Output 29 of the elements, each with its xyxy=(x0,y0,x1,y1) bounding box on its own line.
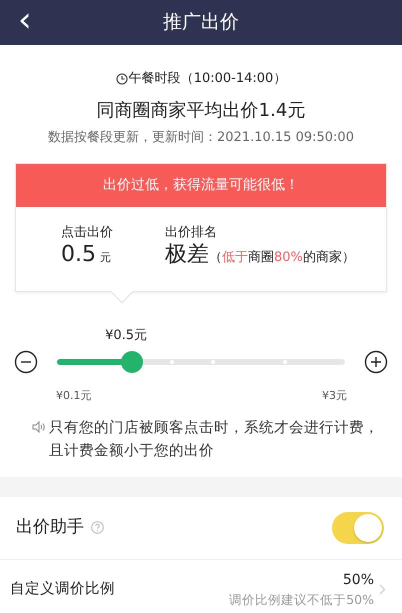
minus-button[interactable] xyxy=(14,350,38,374)
assistant-toggle[interactable] xyxy=(332,512,384,544)
help-icon[interactable] xyxy=(91,521,104,534)
bid-value: 0.5 xyxy=(61,242,96,267)
clock-icon xyxy=(116,72,128,85)
min-label: ¥0.1元 xyxy=(56,388,92,404)
rank-note: （低于商圈80%的商家） xyxy=(209,248,355,266)
warning-banner: 出价过低，获得流量可能很低！ xyxy=(16,164,386,207)
rank-label: 出价排名 xyxy=(165,224,218,242)
chevron-icon xyxy=(379,584,386,596)
slider-thumb[interactable] xyxy=(120,351,143,373)
rank-value: 极差 xyxy=(165,242,209,267)
assistant-label: 出价助手 xyxy=(16,516,84,540)
bid-label: 点击出价 xyxy=(61,224,114,242)
update-note: 数据按餐段更新，更新时间：2021.10.15 09:50:00 xyxy=(47,128,355,146)
ratio-value: 50% xyxy=(342,571,374,590)
back-button[interactable]: ‹ xyxy=(14,2,36,38)
ratio-hint: 调价比例建议不低于50% xyxy=(229,591,374,609)
page-title: 推广出价 xyxy=(163,10,239,36)
slider-reading: ¥0.5元 xyxy=(105,327,148,345)
plus-button[interactable] xyxy=(364,350,388,374)
ratio-label: 自定义调价比例 xyxy=(10,580,115,599)
speaker-icon xyxy=(32,420,46,432)
period-label: 午餐时段（10:00-14:00） xyxy=(128,70,286,88)
bid-unit: 元 xyxy=(100,250,111,266)
billing-note: 只有您的门店被顾客点击时，系统才会进行计费，且计费金额小于您的出价 xyxy=(49,418,380,461)
slider-track[interactable] xyxy=(57,351,345,373)
max-label: ¥3元 xyxy=(322,388,347,404)
average-bid-text: 同商圈商家平均出价1.4元 xyxy=(96,98,306,122)
